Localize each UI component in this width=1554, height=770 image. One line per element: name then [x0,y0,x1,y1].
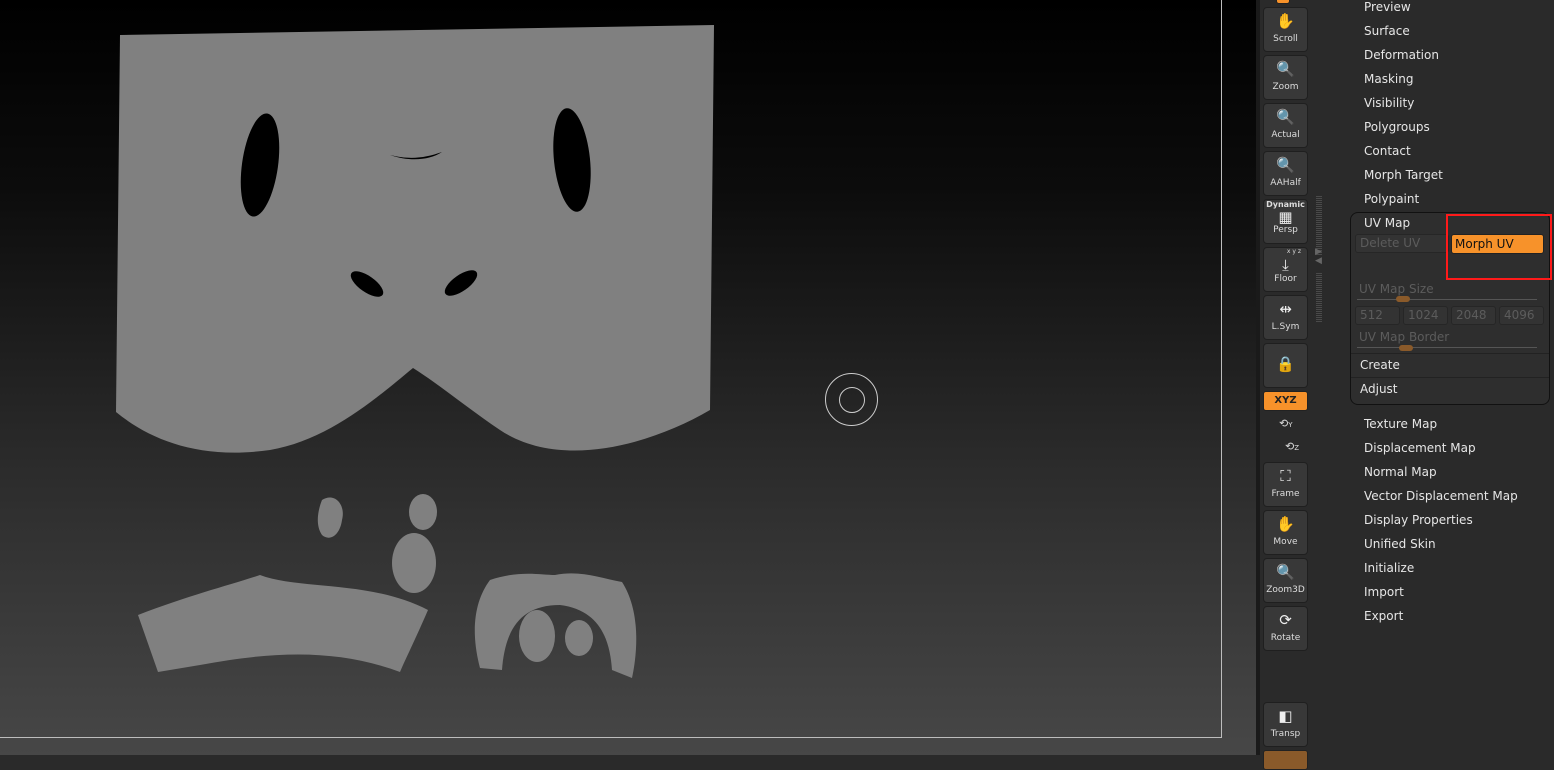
zoom-button[interactable]: 🔍 Zoom [1263,55,1308,100]
transparency-button[interactable]: ◧ Transp [1263,702,1308,747]
menu-polygroups[interactable]: Polygroups [1364,119,1430,135]
menu-initialize[interactable]: Initialize [1364,560,1414,576]
aahalf-button[interactable]: 🔍 AAHalf [1263,151,1308,196]
collapse-arrows-icon[interactable]: ▶ ◀ [1315,248,1322,266]
menu-texture-map[interactable]: Texture Map [1364,416,1437,432]
y-rotate-toggle[interactable]: ⟲Y [1279,417,1293,430]
uv-map-size-label: UV Map Size [1359,282,1434,296]
camera-lock-icon: 🔒 [1276,355,1295,373]
highlight-box [1446,214,1552,280]
aahalf-icon: 🔍 [1276,156,1295,174]
menu-display-properties[interactable]: Display Properties [1364,512,1473,528]
menu-polypaint[interactable]: Polypaint [1364,191,1419,207]
zoom3d-button[interactable]: 🔍 Zoom3D [1263,558,1308,603]
menu-deformation[interactable]: Deformation [1364,47,1439,63]
local-symmetry-button[interactable]: ⇹ L.Sym [1263,295,1308,340]
menu-vector-displacement-map[interactable]: Vector Displacement Map [1364,488,1518,504]
menu-displacement-map[interactable]: Displacement Map [1364,440,1476,456]
perspective-button[interactable]: Dynamic ▦ Persp [1263,199,1308,244]
floor-button[interactable]: x y z ⤓ Floor [1263,247,1308,292]
menu-normal-map[interactable]: Normal Map [1364,464,1437,480]
uv-map-size-slider[interactable] [1357,299,1537,300]
zoom3d-icon: 🔍 [1276,563,1295,581]
perspective-grid-icon: ▦ [1278,208,1293,226]
bottom-toggle[interactable] [1263,750,1308,770]
document-border [0,0,1222,738]
3d-viewport-canvas[interactable] [0,0,1256,755]
panel-scrollbar-bottom[interactable] [1316,273,1322,323]
brush-cursor-icon [825,373,878,426]
size-2048-button[interactable]: 2048 [1451,306,1496,325]
zoom-actual-icon: 🔍 [1276,108,1295,126]
menu-import[interactable]: Import [1364,584,1404,600]
menu-adjust[interactable]: Adjust [1360,381,1398,397]
menu-surface[interactable]: Surface [1364,23,1410,39]
uv-map-size-knob[interactable] [1396,296,1410,302]
top-orange-button[interactable] [1276,0,1290,4]
rotate-icon: ⟳ [1279,611,1292,629]
zoom-icon: 🔍 [1276,60,1295,78]
uv-map-border-knob[interactable] [1399,345,1413,351]
actual-button[interactable]: 🔍 Actual [1263,103,1308,148]
scroll-button[interactable]: ✋ Scroll [1263,7,1308,52]
size-4096-button[interactable]: 4096 [1499,306,1544,325]
size-1024-button[interactable]: 1024 [1403,306,1448,325]
size-512-button[interactable]: 512 [1355,306,1400,325]
menu-unified-skin[interactable]: Unified Skin [1364,536,1436,552]
xyz-rotate-toggle[interactable]: XYZ [1263,391,1308,411]
menu-export[interactable]: Export [1364,608,1403,624]
delete-uv-button[interactable]: Delete UV [1355,234,1449,253]
local-symmetry-icon: ⇹ [1279,300,1292,318]
menu-visibility[interactable]: Visibility [1364,95,1414,111]
move-button[interactable]: ✋ Move [1263,510,1308,555]
uv-map-border-slider[interactable] [1357,347,1537,348]
divider [1351,377,1549,378]
frame-button[interactable]: ⛶ Frame [1263,462,1308,507]
rotate-button[interactable]: ⟳ Rotate [1263,606,1308,651]
divider [1351,353,1549,354]
menu-create[interactable]: Create [1360,357,1400,373]
menu-morph-target[interactable]: Morph Target [1364,167,1443,183]
camera-lock-button[interactable]: 🔒 [1263,343,1308,388]
menu-preview[interactable]: Preview [1364,0,1411,15]
transparency-icon: ◧ [1278,707,1293,725]
move-icon: ✋ [1276,515,1295,533]
hand-scroll-icon: ✋ [1276,12,1295,30]
menu-contact[interactable]: Contact [1364,143,1411,159]
menu-masking[interactable]: Masking [1364,71,1413,87]
z-rotate-toggle[interactable]: ⟲Z [1285,440,1299,453]
menu-uv-map[interactable]: UV Map [1364,215,1410,231]
uv-map-border-label: UV Map Border [1359,330,1450,344]
panel-divider[interactable] [1256,0,1260,755]
frame-icon: ⛶ [1280,467,1291,485]
floor-icon: ⤓ [1282,256,1289,274]
